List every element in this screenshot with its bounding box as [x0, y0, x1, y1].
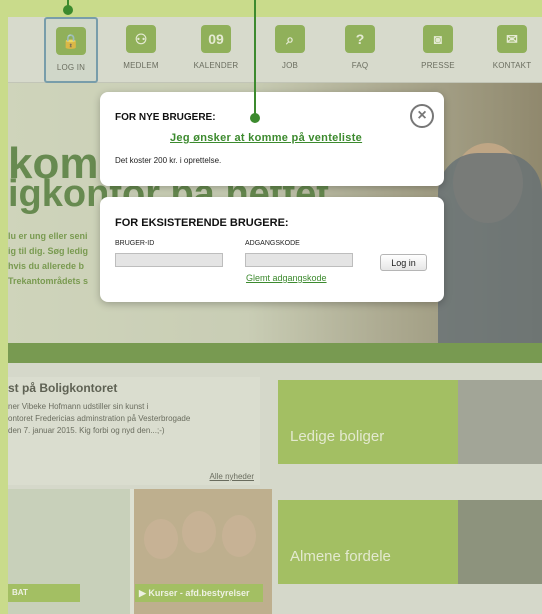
- user-id-input[interactable]: [115, 253, 223, 267]
- new-users-popup: FOR NYE BRUGERE: Jeg ønsker at komme på …: [100, 92, 444, 186]
- guide-marker: [63, 5, 73, 15]
- login-button[interactable]: Log in: [380, 254, 427, 271]
- close-icon[interactable]: ×: [410, 104, 434, 128]
- popup-heading: FOR EKSISTERENDE BRUGERE:: [115, 217, 289, 229]
- user-id-label: BRUGER-ID: [115, 240, 155, 247]
- waitlist-link[interactable]: Jeg ønsker at komme på venteliste: [170, 132, 362, 144]
- guide-marker: [250, 113, 260, 123]
- fee-note: Det koster 200 kr. i oprettelse.: [115, 156, 222, 165]
- existing-users-popup: FOR EKSISTERENDE BRUGERE: BRUGER-ID ADGA…: [100, 197, 444, 302]
- password-input[interactable]: [245, 253, 353, 267]
- forgot-password-link[interactable]: Glemt adgangskode: [246, 273, 327, 283]
- guide-line: [254, 0, 256, 116]
- password-label: ADGANGSKODE: [245, 240, 300, 247]
- popup-heading: FOR NYE BRUGERE:: [115, 112, 216, 123]
